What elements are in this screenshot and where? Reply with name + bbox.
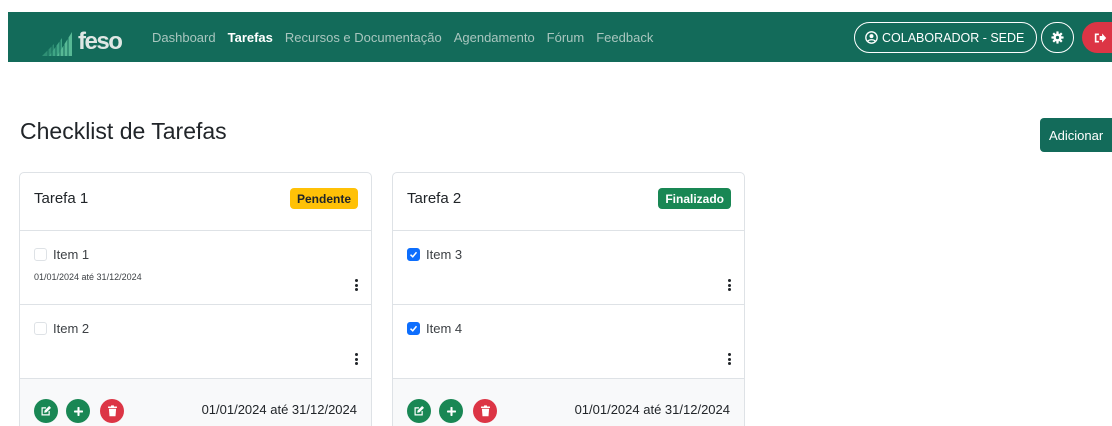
gear-icon	[1051, 31, 1064, 44]
delete-task-button[interactable]	[473, 399, 497, 423]
trash-icon	[107, 405, 117, 417]
trash-icon	[480, 405, 490, 417]
task-card-footer: 01/01/2024 até 31/12/2024	[20, 379, 371, 426]
role-button[interactable]: COLABORADOR - SEDE	[854, 22, 1038, 53]
task-title: Tarefa 1	[34, 190, 89, 207]
edit-task-button[interactable]	[407, 399, 431, 423]
task-card-header: Tarefa 1 Pendente	[20, 173, 371, 231]
kebab-menu-icon[interactable]	[354, 279, 358, 291]
kebab-menu-icon[interactable]	[727, 279, 731, 291]
task-dates: 01/01/2024 até 31/12/2024	[574, 402, 730, 417]
item-checkbox[interactable]	[34, 248, 47, 261]
item-checkbox[interactable]	[34, 322, 47, 335]
logout-icon	[1094, 33, 1107, 42]
nav-link-agendamento[interactable]: Agendamento	[448, 30, 541, 45]
nav-links: Dashboard Tarefas Recursos e Documentaçã…	[146, 12, 659, 62]
feso-logo-icon	[42, 32, 72, 56]
nav-link-recursos[interactable]: Recursos e Documentação	[279, 30, 448, 45]
kebab-menu-icon[interactable]	[354, 353, 358, 365]
kebab-menu-icon[interactable]	[727, 353, 731, 365]
settings-button[interactable]	[1041, 22, 1074, 53]
plus-icon	[446, 406, 456, 416]
add-item-button[interactable]	[439, 399, 463, 423]
nav-link-tarefas[interactable]: Tarefas	[222, 30, 279, 45]
brand-name: feso	[78, 28, 123, 55]
add-item-button[interactable]	[66, 399, 90, 423]
item-checkbox[interactable]	[407, 248, 420, 261]
nav-link-feedback[interactable]: Feedback	[590, 30, 659, 45]
add-task-button[interactable]: Adicionar	[1040, 118, 1112, 152]
task-card: Tarefa 1 Pendente Item 1 01/01/2024 até …	[19, 172, 372, 426]
top-navbar: feso Dashboard Tarefas Recursos e Docume…	[8, 12, 1112, 62]
item-label: Item 3	[426, 247, 463, 262]
item-label: Item 4	[426, 321, 463, 336]
task-card-footer: 01/01/2024 até 31/12/2024	[393, 379, 744, 426]
task-card: Tarefa 2 Finalizado Item 3 Item 4 01/01/…	[392, 172, 745, 426]
nav-link-forum[interactable]: Fórum	[541, 30, 591, 45]
item-dates: 01/01/2024 até 31/12/2024	[34, 272, 142, 282]
checkmark-icon	[409, 325, 418, 332]
delete-task-button[interactable]	[100, 399, 124, 423]
checklist-item: Item 2	[20, 305, 371, 379]
edit-icon	[41, 405, 52, 416]
checklist-item: Item 1 01/01/2024 até 31/12/2024	[20, 231, 371, 305]
item-checkbox[interactable]	[407, 322, 420, 335]
checkmark-icon	[409, 251, 418, 258]
status-badge: Pendente	[289, 188, 358, 209]
nav-link-dashboard[interactable]: Dashboard	[146, 30, 222, 45]
plus-icon	[73, 406, 83, 416]
item-label: Item 2	[53, 321, 90, 336]
brand-logo[interactable]: feso	[40, 20, 123, 56]
role-label: COLABORADOR - SEDE	[882, 30, 1025, 45]
edit-icon	[414, 405, 425, 416]
task-title: Tarefa 2	[407, 190, 462, 207]
task-dates: 01/01/2024 até 31/12/2024	[201, 402, 357, 417]
task-card-header: Tarefa 2 Finalizado	[393, 173, 744, 231]
edit-task-button[interactable]	[34, 399, 58, 423]
checklist-item: Item 3	[393, 231, 744, 305]
item-label: Item 1	[53, 247, 90, 262]
status-badge: Finalizado	[658, 188, 731, 209]
logout-button[interactable]	[1082, 22, 1112, 53]
checklist-item: Item 4	[393, 305, 744, 379]
page-title: Checklist de Tarefas	[20, 118, 227, 144]
user-circle-icon	[865, 31, 878, 44]
